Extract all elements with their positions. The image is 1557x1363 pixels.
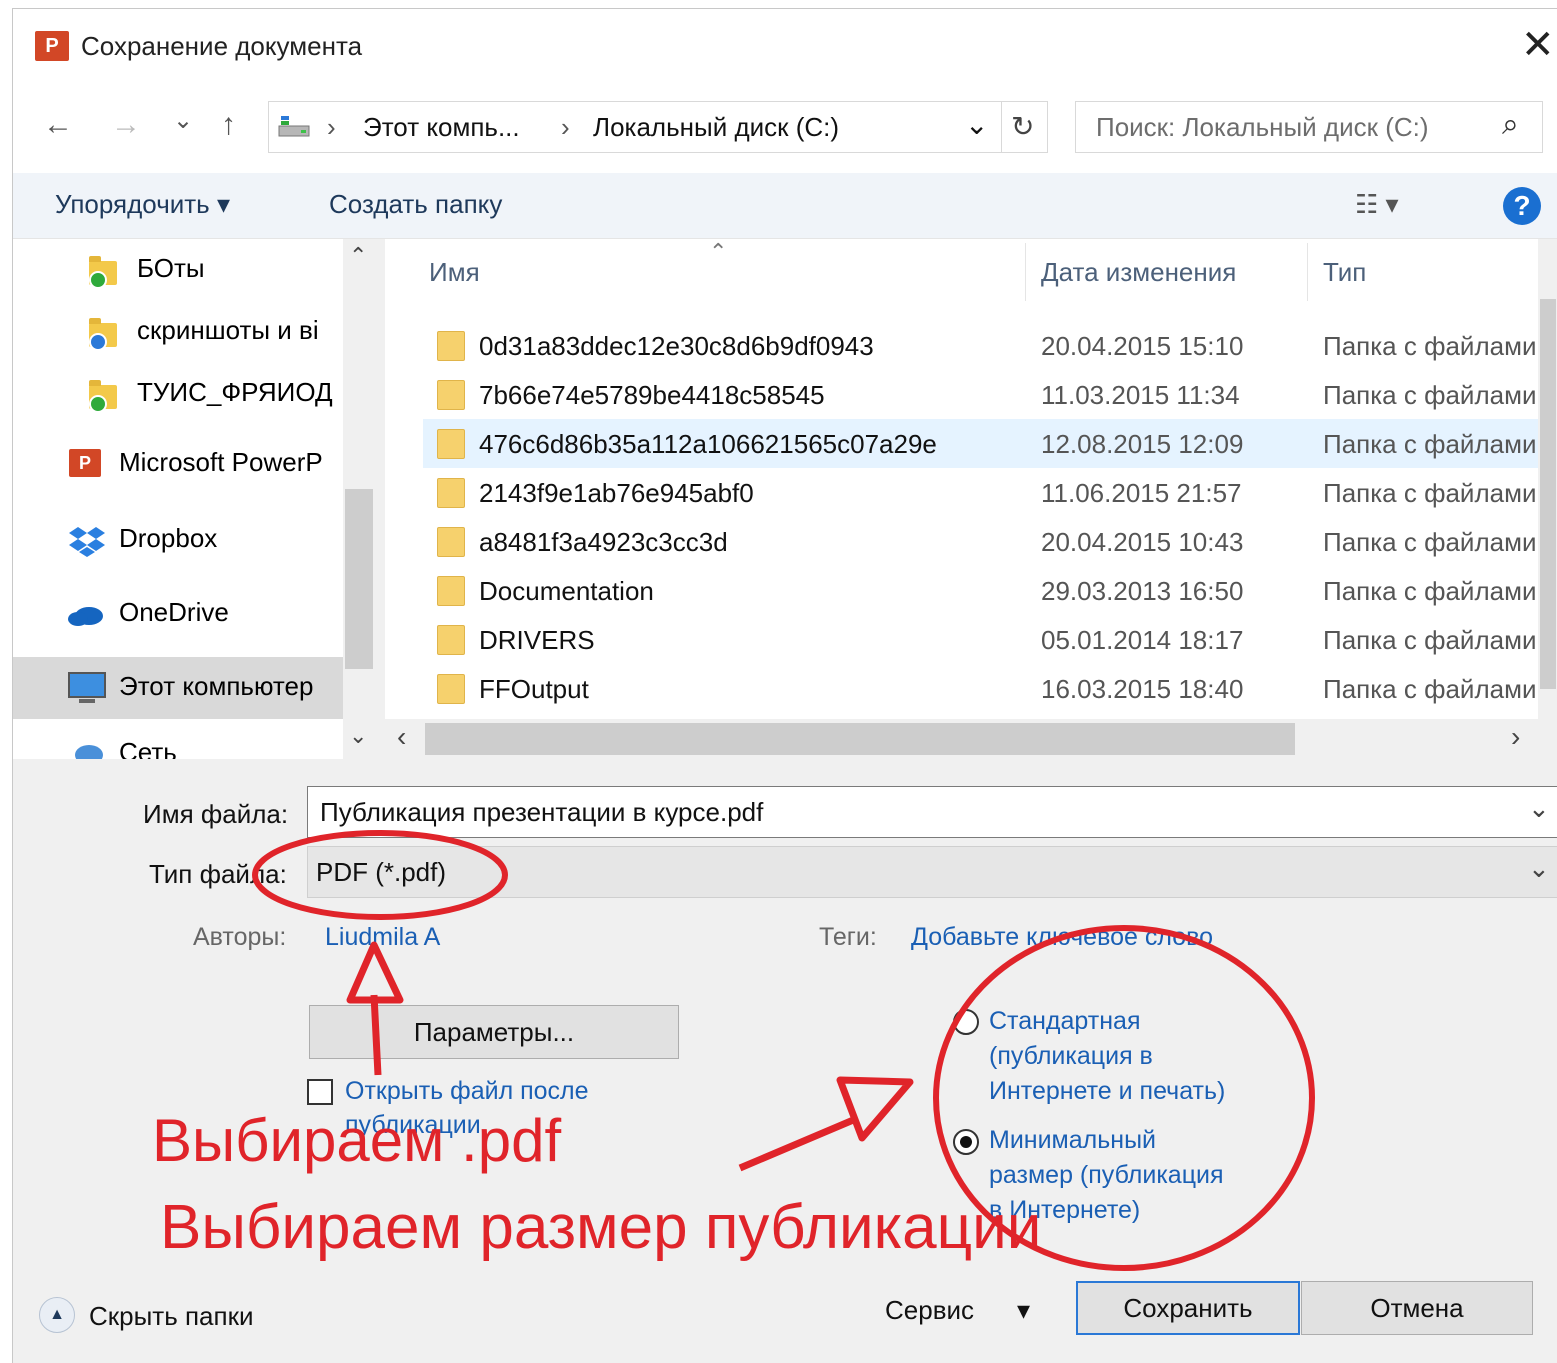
annotation-arrow-right bbox=[738, 1076, 914, 1172]
annotation-circle-filetype bbox=[252, 830, 508, 920]
annotation-arrow-up bbox=[346, 941, 404, 1076]
annotation-text-pdf: Выбираем .pdf bbox=[152, 1107, 562, 1174]
annotation-text-size: Выбираем размер публикации bbox=[160, 1193, 1042, 1262]
